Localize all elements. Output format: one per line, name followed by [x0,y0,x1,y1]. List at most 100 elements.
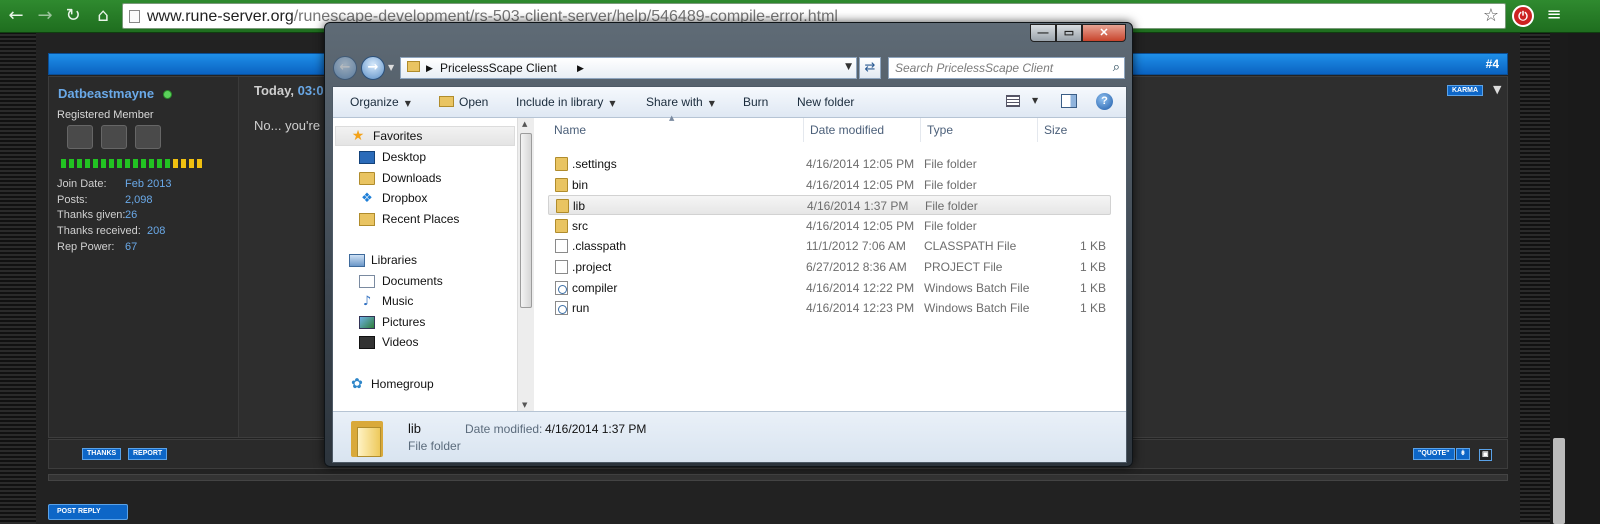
post-day: Today, [254,83,294,98]
username-link[interactable]: Datbeastmayne [58,86,154,101]
details-pane: lib File folder Date modified: 4/16/2014… [333,411,1126,462]
nav-favorites[interactable]: ★ Favorites [335,126,515,146]
organize-button[interactable]: Organize ▼ [350,95,411,109]
share-with-button[interactable]: Share with ▼ [646,95,715,109]
music-icon: ♪ [362,293,372,309]
nav-downloads[interactable]: Downloads [359,168,441,188]
file-row[interactable]: compiler 4/16/2014 12:22 PM Windows Batch … [548,278,1111,298]
include-in-library-button[interactable]: Include in library ▼ [516,95,616,109]
column-date-modified[interactable]: Date modified [804,118,921,142]
file-row[interactable]: bin 4/16/2014 12:05 PM File folder [548,175,1111,195]
help-icon[interactable]: ? [1096,93,1113,110]
nav-homegroup[interactable]: ✿ Homegroup [349,374,434,394]
bookmark-star-icon[interactable]: ☆ [1483,5,1499,26]
close-button[interactable]: ✕ [1082,24,1126,42]
search-icon[interactable]: ⌕ [1113,60,1120,75]
file-size: 1 KB [1079,260,1106,274]
breadcrumb-arrow-icon[interactable]: ▶ [577,63,584,74]
file-row[interactable]: lib 4/16/2014 1:37 PM File folder [548,195,1111,216]
burn-button[interactable]: Burn [743,95,768,109]
maximize-button[interactable]: ▭ [1056,24,1082,42]
file-row[interactable]: run 4/16/2014 12:23 PM Windows Batch File 1… [548,298,1111,318]
search-input[interactable] [895,61,1095,75]
open-folder-icon [439,96,454,107]
extension-icon[interactable]: ⏻ [1512,5,1534,27]
nav-dropbox[interactable]: ❖ Dropbox [359,188,427,208]
stat-rep-power: Rep Power: 67 [57,241,137,253]
file-name: .classpath [572,239,627,254]
post-reply-button[interactable]: POST REPLY [48,504,128,520]
minimize-button[interactable]: — [1030,24,1056,42]
scroll-down-icon[interactable]: ▼ [522,401,527,409]
file-type: File folder [924,157,977,171]
explorer-forward-icon[interactable]: → [361,56,385,80]
post-number[interactable]: #4 [1486,57,1499,71]
reputation-segment [133,159,138,168]
nav-documents[interactable]: Documents [359,271,443,291]
home-icon[interactable]: ⌂ [92,5,114,27]
page-scrollbar-thumb[interactable] [1553,438,1565,524]
nav-label: Documents [382,274,443,288]
file-row[interactable]: .classpath 11/1/2012 7:06 AM CLASSPATH Fil… [548,236,1111,256]
thanks-button[interactable]: THANKS [82,448,122,460]
reputation-segment [69,159,74,168]
award-icon [135,125,161,149]
explorer-search-box[interactable]: ⌕ [888,57,1125,79]
nav-libraries[interactable]: Libraries [349,250,417,270]
reputation-segment [61,159,66,168]
post-menu-arrow-icon[interactable]: ▼ [1493,83,1501,96]
report-button[interactable]: REPORT [128,448,168,460]
recent-pages-dropdown-icon[interactable]: ▼ [388,63,394,72]
view-dropdown-icon[interactable]: ▼ [1032,96,1038,105]
details-date-label: Date modified: [465,422,543,436]
explorer-client-area: Organize ▼ Open Include in library ▼ Share… [332,86,1127,463]
forward-icon[interactable]: → [34,5,56,27]
user-title: Registered Member [57,109,154,121]
column-name[interactable]: Name [548,118,804,142]
stat-value[interactable]: 2,098 [125,194,153,206]
nav-pictures[interactable]: Pictures [359,312,425,332]
back-icon[interactable]: ← [5,5,27,27]
navigation-scrollbar[interactable]: ▲ ▼ [517,118,534,411]
address-dropdown-icon[interactable]: ▼ [845,62,852,72]
file-row[interactable]: .settings 4/16/2014 12:05 PM File folder [548,154,1111,174]
menu-icon[interactable]: ≡ [1544,5,1564,25]
page-scrollbar[interactable] [1550,33,1568,524]
column-size[interactable]: Size [1038,118,1114,142]
quote-button[interactable]: "QUOTE" [1413,448,1455,460]
explorer-address-bar[interactable]: ▶ PricelessScape Client ▶ ▼ [400,57,857,79]
sort-ascending-icon: ▲ [669,114,675,122]
breadcrumb[interactable]: PricelessScape Client [440,61,557,75]
karma-button[interactable]: KARMA [1447,85,1484,96]
explorer-back-icon[interactable]: ← [333,56,357,80]
refresh-icon[interactable]: ⇄ [859,57,881,79]
nav-videos[interactable]: Videos [359,332,418,352]
navigation-scrollbar-thumb[interactable] [520,133,532,308]
change-view-icon[interactable] [1006,95,1020,107]
reputation-segment [117,159,122,168]
reputation-segment [101,159,106,168]
breadcrumb-arrow-icon[interactable]: ▶ [426,63,433,74]
multi-quote-icon[interactable]: ⇟ [1456,448,1470,460]
open-button[interactable]: Open [439,95,488,109]
file-row[interactable]: src 4/16/2014 12:05 PM File folder [548,216,1111,236]
column-type[interactable]: Type [921,118,1038,142]
nav-desktop[interactable]: Desktop [359,147,426,167]
nav-recent-places[interactable]: Recent Places [359,209,459,229]
documents-icon [359,274,375,288]
nav-label: Libraries [371,253,418,267]
file-date-modified: 4/16/2014 1:37 PM [807,199,909,214]
page-icon [129,10,140,23]
file-type: File folder [924,177,977,192]
preview-pane-icon[interactable] [1061,94,1077,108]
left-pattern-strip [0,33,36,524]
libraries-icon [349,253,365,267]
file-row[interactable]: .project 6/27/2012 8:36 AM PROJECT File 1 K… [548,257,1111,277]
new-folder-button[interactable]: New folder [797,95,854,109]
window-caption-buttons: — ▭ ✕ [1030,24,1126,42]
quick-reply-icon[interactable]: ▣ [1479,449,1492,461]
include-label: Include in library [516,95,604,109]
scroll-up-icon[interactable]: ▲ [522,120,527,128]
nav-music[interactable]: ♪ Music [359,291,414,311]
reload-icon[interactable]: ↻ [62,5,84,27]
